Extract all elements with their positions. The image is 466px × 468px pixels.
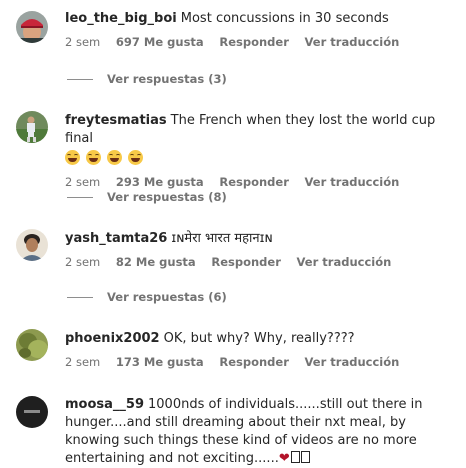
comment-text-line: moosa__59 1000nds of individuals......sti…: [65, 396, 456, 468]
comment-meta: 2 sem 82 Me gusta Responder Ver traducci…: [65, 255, 456, 269]
comment-text-line: leo_the_big_boi Most concussions in 30 se…: [65, 10, 456, 28]
replies-divider: [67, 297, 93, 298]
reply-button[interactable]: Responder: [219, 355, 289, 369]
emoji-row: [65, 150, 456, 168]
replies-divider: [67, 79, 93, 80]
comment-item: yash_tamta26 ɪɴमेरा भारत महानɪɴ 2 sem 82 …: [0, 220, 466, 320]
view-replies-label: Ver respuestas (8): [107, 190, 227, 204]
comment-item: phoenix2002 OK, but why? Why, really???? …: [0, 320, 466, 380]
broken-heart-icon: ❤: [278, 451, 290, 466]
avatar[interactable]: [16, 111, 48, 143]
view-replies-button[interactable]: Ver respuestas (3): [67, 72, 227, 86]
comment-item: freytesmatias The French when they lost t…: [0, 100, 466, 215]
comment-time: 2 sem: [65, 355, 101, 369]
comment-time: 2 sem: [65, 35, 101, 49]
comment-time: 2 sem: [65, 175, 101, 189]
comment-text: Most concussions in 30 seconds: [180, 11, 389, 26]
avatar-green-plant-icon: [16, 329, 48, 361]
comment-username[interactable]: phoenix2002: [65, 331, 160, 346]
avatar-dark-logo-icon: [16, 396, 48, 428]
translate-button[interactable]: Ver traducción: [297, 255, 392, 269]
translate-button[interactable]: Ver traducción: [305, 355, 400, 369]
comment-meta: 2 sem 697 Me gusta Responder Ver traducc…: [65, 35, 456, 49]
avatar-soccer-player-icon: [16, 111, 48, 143]
comment-username[interactable]: yash_tamta26: [65, 231, 167, 246]
comment-text-line: freytesmatias The French when they lost t…: [65, 112, 456, 148]
reply-button[interactable]: Responder: [211, 255, 281, 269]
face-with-tears-of-joy-icon: [107, 150, 123, 165]
view-replies-button[interactable]: Ver respuestas (6): [67, 290, 227, 304]
view-replies-label: Ver respuestas (6): [107, 290, 227, 304]
comment-username[interactable]: moosa__59: [65, 397, 144, 412]
comment-time: 2 sem: [65, 255, 101, 269]
avatar[interactable]: [16, 329, 48, 361]
face-with-tears-of-joy-icon: [128, 150, 144, 165]
comment-text-line: yash_tamta26 ɪɴमेरा भारत महानɪɴ: [65, 230, 456, 248]
comment-likes[interactable]: 697 Me gusta: [116, 35, 204, 49]
avatar[interactable]: [16, 11, 48, 43]
comment-text: ɪɴमेरा भारत महानɪɴ: [171, 231, 273, 246]
translate-button[interactable]: Ver traducción: [305, 35, 400, 49]
comment-item: leo_the_big_boi Most concussions in 30 se…: [0, 0, 466, 90]
avatar[interactable]: [16, 229, 48, 261]
comment-item: moosa__59 1000nds of individuals......sti…: [0, 385, 466, 466]
unsupported-glyph-icon: [300, 451, 310, 463]
face-with-tears-of-joy-icon: [86, 150, 102, 165]
comment-text-line: phoenix2002 OK, but why? Why, really????: [65, 330, 456, 348]
view-replies-button[interactable]: Ver respuestas (8): [67, 190, 227, 204]
comment-meta: 2 sem 173 Me gusta Responder Ver traducc…: [65, 355, 456, 369]
comment-username[interactable]: leo_the_big_boi: [65, 11, 177, 26]
avatar-red-cap-icon: [16, 11, 48, 43]
face-with-tears-of-joy-icon: [65, 150, 80, 165]
comment-likes[interactable]: 293 Me gusta: [116, 175, 204, 189]
comment-likes[interactable]: 82 Me gusta: [116, 255, 196, 269]
replies-divider: [67, 197, 93, 198]
reply-button[interactable]: Responder: [219, 175, 289, 189]
comment-meta: 2 sem 293 Me gusta Responder Ver traducc…: [65, 175, 456, 189]
comment-likes[interactable]: 173 Me gusta: [116, 355, 204, 369]
comment-username[interactable]: freytesmatias: [65, 113, 167, 128]
avatar[interactable]: [16, 396, 48, 428]
reply-button[interactable]: Responder: [219, 35, 289, 49]
view-replies-label: Ver respuestas (3): [107, 72, 227, 86]
translate-button[interactable]: Ver traducción: [305, 175, 400, 189]
avatar-person-photo-icon: [16, 229, 48, 261]
unsupported-glyph-icon: [290, 451, 300, 463]
comment-text: OK, but why? Why, really????: [163, 331, 355, 346]
